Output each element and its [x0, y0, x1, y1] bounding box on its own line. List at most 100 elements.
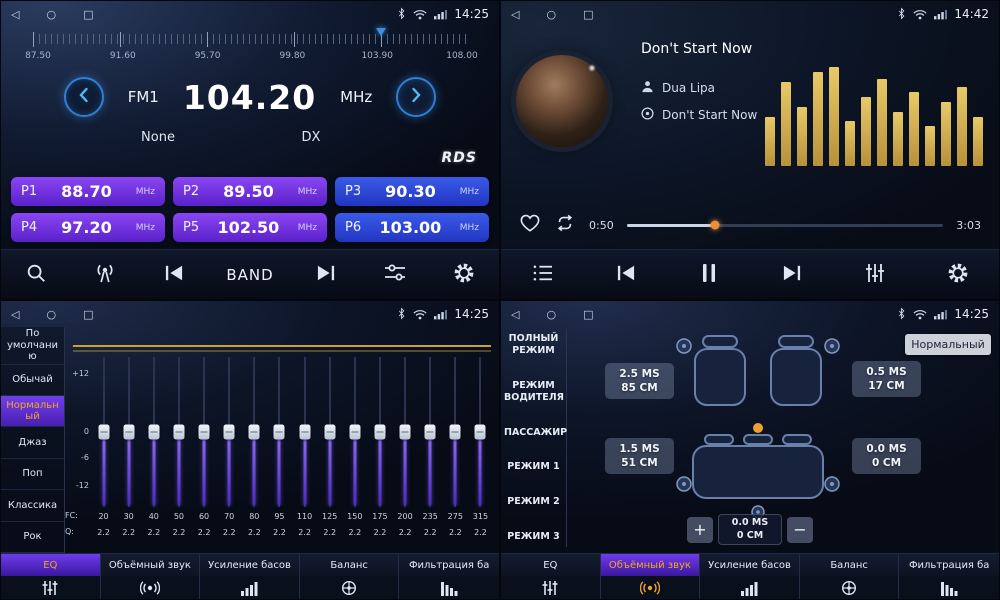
tab-eq[interactable]: EQ	[1, 554, 101, 599]
eq-band-slider[interactable]	[147, 357, 161, 507]
preset-button-p5[interactable]: P5 102.50 MHz	[173, 213, 327, 242]
radio-statusbar: ◁ ○ □ 14:25	[1, 1, 499, 27]
recents-nav-icon[interactable]: □	[83, 9, 93, 20]
eq-band-slider[interactable]	[298, 357, 312, 507]
tab-bass-boost[interactable]: Усиление басов	[700, 554, 800, 599]
eq-band-slider[interactable]	[473, 357, 487, 507]
eq-preset-jazz[interactable]: Джаз	[1, 427, 64, 458]
settings-button[interactable]	[941, 258, 975, 292]
search-icon	[25, 262, 47, 288]
eq-preset-normal[interactable]: Нормальный	[1, 396, 64, 427]
home-nav-icon[interactable]: ○	[46, 309, 56, 320]
preset-button-p6[interactable]: P6 103.00 MHz	[335, 213, 489, 242]
mode-3[interactable]: РЕЖИМ 3	[501, 529, 566, 545]
back-nav-icon[interactable]: ◁	[11, 9, 19, 20]
eq-preset-pop[interactable]: Поп	[1, 459, 64, 490]
skip-previous-icon	[615, 264, 637, 286]
mode-passenger[interactable]: ПАССАЖИР	[501, 425, 566, 441]
audio-settings-button[interactable]	[378, 258, 412, 292]
mode-1[interactable]: РЕЖИМ 1	[501, 459, 566, 475]
delay-increase-button[interactable]: +	[687, 517, 713, 543]
tab-label: Объёмный звук	[601, 554, 700, 576]
broadcast-button[interactable]	[88, 258, 122, 292]
seek-bar[interactable]	[627, 224, 944, 227]
tab-bass-boost[interactable]: Усиление басов	[200, 554, 300, 599]
eq-preset-custom[interactable]: Обычай	[1, 365, 64, 396]
preset-button-p3[interactable]: P3 90.30 MHz	[335, 177, 489, 206]
repeat-button[interactable]	[554, 214, 576, 236]
eq-band-fc: 315	[468, 509, 493, 523]
home-nav-icon[interactable]: ○	[546, 309, 556, 320]
mode-2[interactable]: РЕЖИМ 2	[501, 494, 566, 510]
tab-eq[interactable]: EQ	[501, 554, 601, 599]
delay-rear-right[interactable]: 0.0 MS 0 CM	[852, 438, 921, 474]
album-art[interactable]	[516, 55, 608, 147]
preset-button-p2[interactable]: P2 89.50 MHz	[173, 177, 327, 206]
tab-surround-sound[interactable]: Объёмный звук	[601, 554, 701, 599]
eq-band-slider[interactable]	[197, 357, 211, 507]
recents-nav-icon[interactable]: □	[583, 9, 593, 20]
scan-button[interactable]	[19, 258, 53, 292]
favorite-button[interactable]	[519, 213, 541, 237]
home-nav-icon[interactable]: ○	[546, 9, 556, 20]
playlist-button[interactable]	[526, 258, 560, 292]
mode-driver[interactable]: РЕЖИМ ВОДИТЕЛЯ	[501, 378, 566, 406]
previous-track-button[interactable]	[609, 258, 643, 292]
recents-nav-icon[interactable]: □	[583, 309, 593, 320]
eq-band-slider[interactable]	[348, 357, 362, 507]
delay-decrease-button[interactable]: −	[787, 517, 813, 543]
band-button[interactable]: BAND	[226, 258, 273, 292]
eq-band-slider[interactable]	[222, 357, 236, 507]
delay-front-left[interactable]: 2.5 MS 85 CM	[605, 363, 674, 399]
eq-band-slider[interactable]	[272, 357, 286, 507]
frequency-ruler[interactable]: 87.50 91.60 95.70 99.80 103.90 108.00	[33, 32, 467, 74]
eq-band-slider[interactable]	[423, 357, 437, 507]
eq-band-q: 2.2	[418, 525, 443, 539]
recents-nav-icon[interactable]: □	[83, 309, 93, 320]
tab-balance[interactable]: Баланс	[800, 554, 900, 599]
visualizer-bar	[765, 117, 775, 167]
preset-label: P1	[21, 184, 37, 199]
preset-button-p1[interactable]: P1 88.70 MHz	[11, 177, 165, 206]
tab-balance[interactable]: Баланс	[300, 554, 400, 599]
eq-band-slider[interactable]	[97, 357, 111, 507]
tab-filter[interactable]: Фильтрация ба	[899, 554, 999, 599]
sound-profile-button[interactable]: Нормальный	[905, 334, 991, 355]
chevron-right-icon	[409, 87, 423, 107]
settings-button[interactable]	[447, 258, 481, 292]
next-track-button[interactable]	[775, 258, 809, 292]
equalizer-button[interactable]	[858, 258, 892, 292]
home-nav-icon[interactable]: ○	[46, 9, 56, 20]
eq-band-slider[interactable]	[448, 357, 462, 507]
eq-band-slider[interactable]	[398, 357, 412, 507]
eq-band-fc: 150	[342, 509, 367, 523]
progress-knob[interactable]	[711, 221, 720, 230]
delay-front-right[interactable]: 0.5 MS 17 CM	[852, 361, 921, 397]
pause-button[interactable]	[692, 258, 726, 292]
visualizer-bar	[893, 112, 903, 166]
preset-label: P6	[345, 220, 361, 235]
filter-icon	[899, 576, 999, 599]
eq-band-fc: 275	[443, 509, 468, 523]
progress-fill	[627, 224, 716, 227]
delay-rear-left[interactable]: 1.5 MS 51 CM	[605, 438, 674, 474]
tab-filter[interactable]: Фильтрация ба	[399, 554, 499, 599]
eq-band-slider[interactable]	[122, 357, 136, 507]
eq-band-slider[interactable]	[172, 357, 186, 507]
preset-button-p4[interactable]: P4 97.20 MHz	[11, 213, 165, 242]
eq-band-slider[interactable]	[323, 357, 337, 507]
previous-station-button[interactable]	[157, 258, 191, 292]
eq-band-slider[interactable]	[373, 357, 387, 507]
eq-preset-rock[interactable]: Рок	[1, 522, 64, 553]
back-nav-icon[interactable]: ◁	[511, 9, 519, 20]
back-nav-icon[interactable]: ◁	[11, 309, 19, 320]
mode-full[interactable]: ПОЛНЫЙ РЕЖИМ	[501, 331, 566, 359]
tab-surround-sound[interactable]: Объёмный звук	[101, 554, 201, 599]
back-nav-icon[interactable]: ◁	[511, 309, 519, 320]
eq-preset-default[interactable]: По умолчанию	[1, 327, 64, 365]
tune-up-button[interactable]	[396, 77, 436, 117]
tune-down-button[interactable]	[64, 77, 104, 117]
eq-band-slider[interactable]	[247, 357, 261, 507]
next-station-button[interactable]	[309, 258, 343, 292]
eq-preset-classic[interactable]: Классика	[1, 490, 64, 521]
